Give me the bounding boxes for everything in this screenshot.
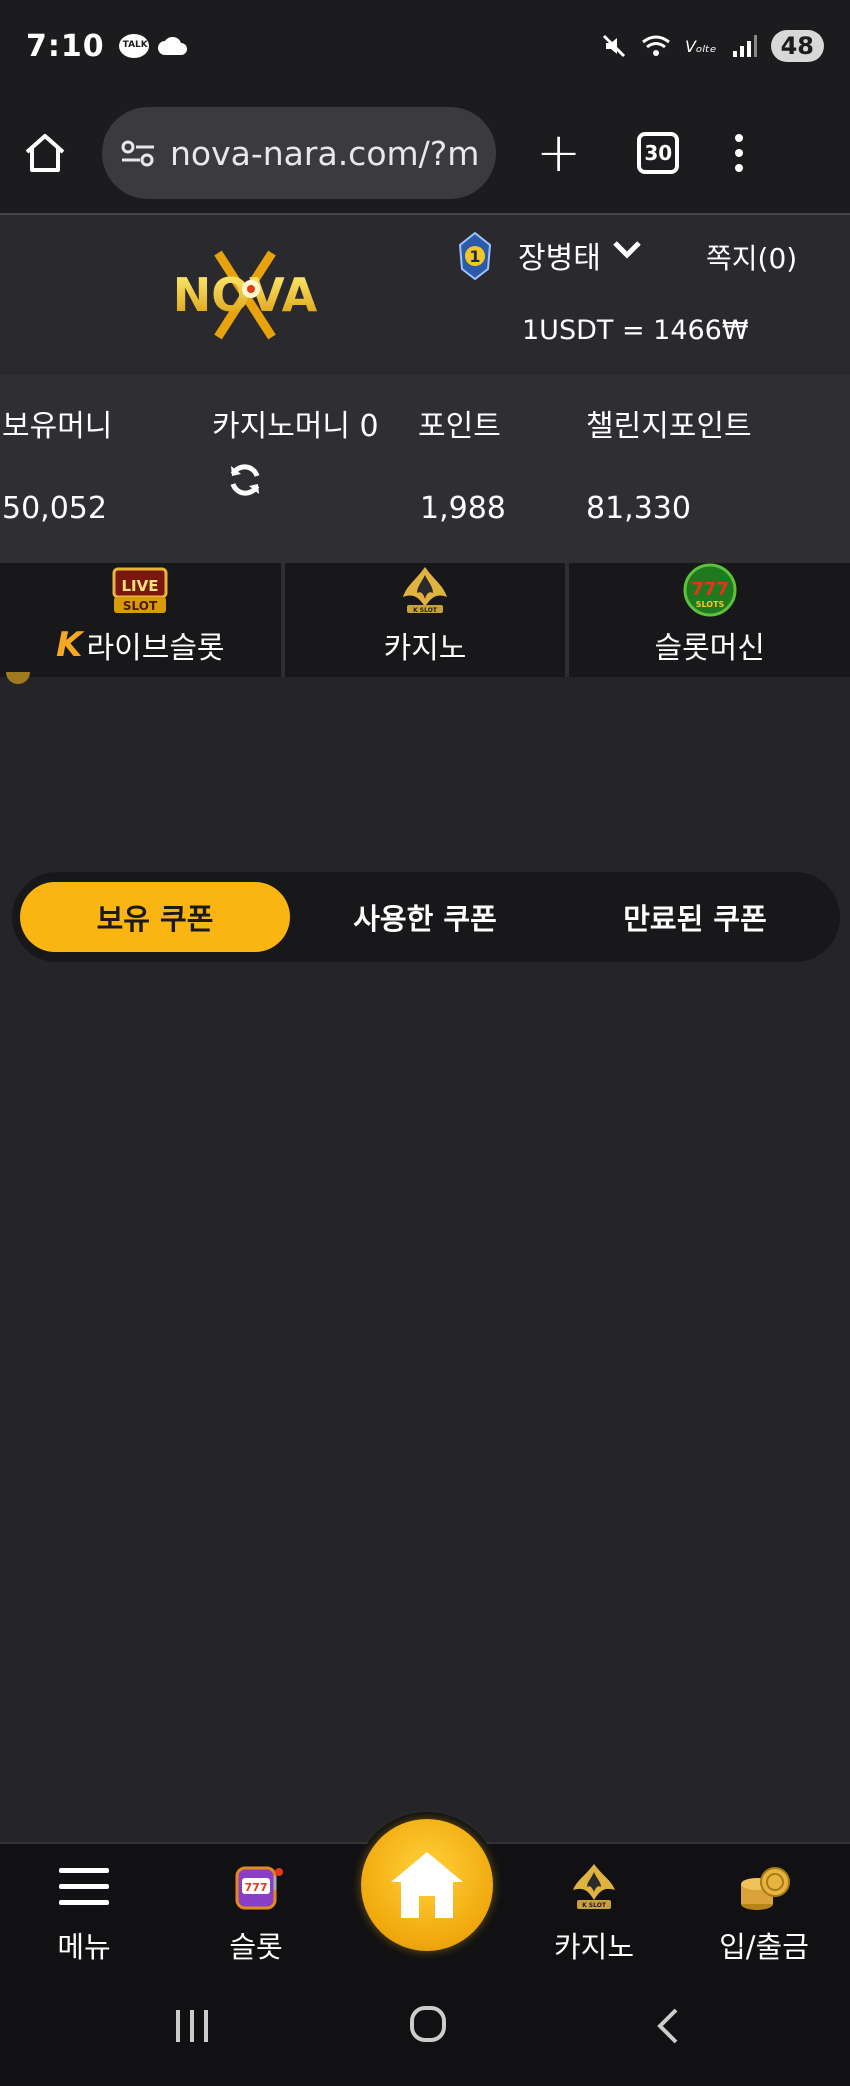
tab-slot-machine[interactable]: 777 SLOTS 슬롯머신 (569, 563, 850, 677)
status-time: 7:10 (26, 28, 105, 64)
recent-apps-icon[interactable] (172, 2008, 212, 2044)
svg-text:SLOT: SLOT (123, 599, 158, 613)
tab-casino[interactable]: K SLOT 카지노 (285, 563, 570, 677)
talk-badge-text: TALK (122, 40, 148, 50)
k-slot-casino-icon: K SLOT (573, 1864, 615, 1909)
chevron-down-icon[interactable] (612, 239, 642, 261)
point-label: 포인트 (418, 409, 501, 444)
nav-deposit-label: 입/출금 (719, 1930, 809, 1964)
rank-number: 1 (469, 247, 480, 266)
notification-icons: TALK (118, 33, 187, 59)
live-slot-label: 라이브슬롯 (86, 631, 225, 666)
coupon-tabs: 보유 쿠폰 사용한 쿠폰 만료된 쿠폰 (12, 872, 840, 962)
casino-tab-label: 카지노 (383, 631, 467, 666)
kakaotalk-icon: TALK (118, 34, 149, 58)
svg-text:LIVE: LIVE (122, 577, 159, 595)
holding-money-value: 50,052 (2, 491, 107, 526)
nav-casino[interactable]: K SLOT 카지노 (534, 1860, 654, 1966)
url-text: nova-nara.com/?m (170, 133, 480, 173)
back-icon[interactable] (652, 2006, 682, 2046)
svg-text:SLOTS: SLOTS (695, 600, 724, 609)
new-tab-button[interactable]: + (536, 126, 581, 180)
signal-icon (732, 35, 757, 57)
coin-stack-icon (741, 1867, 790, 1910)
svg-text:K SLOT: K SLOT (413, 607, 438, 614)
slot-machine-icon: 777 (235, 1866, 283, 1910)
browser-toolbar: nova-nara.com/?m + 30 (0, 92, 850, 214)
tab-switcher-button[interactable]: 30 (637, 132, 680, 174)
nav-menu[interactable]: 메뉴 (24, 1860, 144, 1966)
tab-expired-coupons[interactable]: 만료된 쿠폰 (560, 882, 830, 952)
system-navigation-bar (0, 1968, 850, 2086)
slot-machine-label: 슬롯머신 (654, 631, 765, 666)
mute-icon (602, 34, 626, 58)
k-logo-icon: K (56, 625, 83, 665)
messages-link[interactable]: 쪽지(0) (706, 237, 797, 277)
holding-money-label: 보유머니 (2, 409, 113, 444)
balances-panel: 보유머니 50,052 카지노머니 0 포인트 1,988 챌린지포인트 81,… (0, 375, 850, 563)
live-slot-icon: LIVE SLOT (112, 567, 168, 613)
exchange-rate: 1USDT = 1466₩ (522, 315, 749, 346)
hamburger-menu-icon (59, 1868, 109, 1905)
refresh-icon[interactable] (226, 461, 264, 499)
nav-slot-label: 슬롯 (229, 1930, 283, 1964)
svg-text:K SLOT: K SLOT (582, 1902, 607, 1909)
k-slot-casino-icon: K SLOT (403, 567, 447, 614)
tab-live-slot[interactable]: LIVE SLOT K 라이브슬롯 (0, 563, 285, 677)
home-icon (391, 1852, 463, 1918)
partial-coin-icon (6, 672, 30, 684)
site-settings-icon[interactable] (120, 138, 156, 168)
casino-money-label: 카지노머니 0 (212, 409, 379, 444)
address-bar[interactable]: nova-nara.com/?m (102, 107, 496, 199)
more-menu-icon[interactable] (735, 134, 744, 172)
home-button[interactable] (354, 1812, 500, 1958)
nav-slot[interactable]: 777 슬롯 (196, 1860, 316, 1966)
home-nav-icon[interactable] (408, 2004, 448, 2044)
nav-deposit-withdraw[interactable]: 입/출금 (704, 1860, 824, 1966)
challenge-point-value: 81,330 (586, 491, 691, 526)
nova-logo[interactable]: NOVA (150, 245, 340, 345)
cloud-icon (157, 36, 187, 55)
nav-casino-label: 카지노 (553, 1930, 635, 1964)
nav-menu-label: 메뉴 (57, 1930, 111, 1964)
slots-777-icon: 777 SLOTS (683, 563, 737, 617)
tab-owned-coupons[interactable]: 보유 쿠폰 (20, 882, 290, 952)
battery-indicator: 48 (770, 30, 824, 62)
svg-text:777: 777 (691, 579, 729, 600)
svg-text:777: 777 (245, 1881, 268, 1894)
site-header: NOVA 1 장병태 쪽지(0) 1USDT = 1466₩ (0, 215, 850, 375)
status-right: Vₒₗₜₑ 48 (601, 30, 824, 62)
point-value: 1,988 (420, 491, 506, 526)
volte-label: Vₒₗₜₑ (684, 36, 717, 56)
challenge-point-label: 챌린지포인트 (586, 409, 752, 444)
home-icon[interactable] (22, 130, 68, 176)
tab-used-coupons[interactable]: 사용한 쿠폰 (290, 882, 560, 952)
wifi-icon (642, 35, 670, 56)
rank-badge-icon: 1 (458, 231, 492, 281)
status-bar: 7:10 TALK Vₒₗₜₑ 48 (0, 0, 850, 92)
home-button-face[interactable] (361, 1819, 493, 1951)
username[interactable]: 장병태 (518, 233, 601, 277)
live-slot-label-wrap: K 라이브슬롯 (56, 623, 224, 667)
game-category-tabs: LIVE SLOT K 라이브슬롯 K SLOT 카지노 777 SLOTS 슬… (0, 563, 850, 677)
